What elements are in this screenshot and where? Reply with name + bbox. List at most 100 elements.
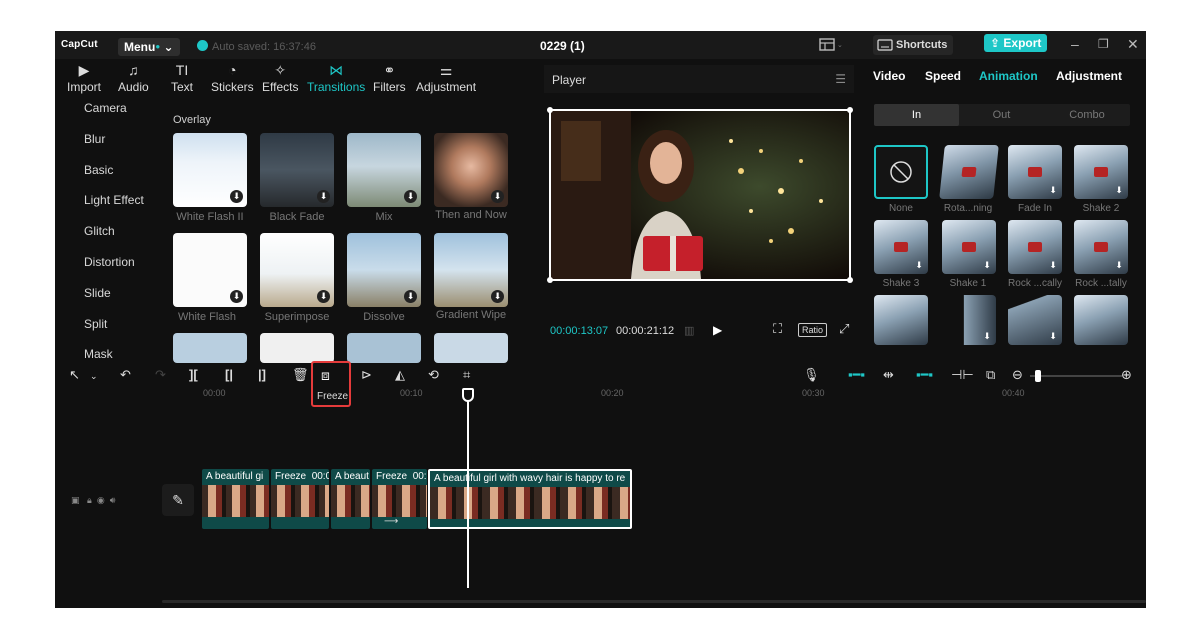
animation-tile[interactable]: ⬇: [942, 295, 996, 345]
category-slide[interactable]: Slide: [84, 286, 111, 300]
transition-tile[interactable]: [347, 333, 421, 363]
timeline-grid-icon[interactable]: ▥: [684, 324, 694, 337]
eye-icon[interactable]: ◉: [97, 495, 105, 505]
category-blur[interactable]: Blur: [84, 132, 105, 146]
download-icon[interactable]: ⬇: [230, 290, 243, 303]
transition-tile[interactable]: [173, 333, 247, 363]
tab-transitions[interactable]: ⋈ Transitions: [307, 61, 365, 94]
segment-combo[interactable]: Combo: [1044, 104, 1130, 126]
transition-mix[interactable]: ⬇: [347, 133, 421, 207]
mirror-icon[interactable]: ◭: [395, 367, 405, 383]
transition-tile[interactable]: [434, 333, 508, 363]
download-icon[interactable]: ⬇: [1048, 185, 1058, 195]
transition-tile[interactable]: [260, 333, 334, 363]
transition-white-flash[interactable]: ⬇: [173, 233, 247, 307]
download-icon[interactable]: ⬇: [982, 260, 992, 270]
segment-out[interactable]: Out: [959, 104, 1044, 126]
chevron-down-icon[interactable]: ⌄: [90, 371, 98, 382]
delete-left-icon[interactable]: [|: [225, 367, 233, 382]
category-distortion[interactable]: Distortion: [84, 255, 135, 269]
freeze-clip[interactable]: Freeze 00: ⟶: [372, 469, 427, 529]
animation-shake-2[interactable]: ⬇: [1074, 145, 1128, 199]
tab-effects[interactable]: ✧ Effects: [262, 61, 298, 94]
transition-gradient-wipe[interactable]: ⬇: [434, 233, 508, 307]
track-cover-icon[interactable]: ▣: [71, 495, 80, 505]
edit-cover-button[interactable]: ✎: [162, 484, 194, 516]
menu-button[interactable]: Menu● ⌄: [118, 38, 180, 56]
animation-tile[interactable]: [874, 295, 928, 345]
playhead-handle[interactable]: [462, 388, 474, 402]
animation-rock-vertically[interactable]: ⬇: [1008, 220, 1062, 274]
animation-fade-in[interactable]: ⬇: [1008, 145, 1062, 199]
resize-handle-icon[interactable]: [847, 277, 853, 283]
download-icon[interactable]: ⬇: [404, 190, 417, 203]
video-clip[interactable]: A beaut: [331, 469, 370, 529]
transition-then-and-now[interactable]: ⬇: [434, 133, 508, 207]
select-cursor-icon[interactable]: ↖: [69, 367, 80, 383]
download-icon[interactable]: ⬇: [491, 190, 504, 203]
category-split[interactable]: Split: [84, 317, 107, 331]
restore-icon[interactable]: ❐: [1098, 37, 1109, 51]
video-preview[interactable]: [549, 109, 851, 281]
download-icon[interactable]: ⬇: [914, 260, 924, 270]
lock-icon[interactable]: 🔒︎: [87, 495, 92, 505]
export-button[interactable]: ⇪ Export: [984, 34, 1048, 52]
download-icon[interactable]: ⬇: [1114, 260, 1124, 270]
category-basic[interactable]: Basic: [84, 163, 113, 177]
minimize-icon[interactable]: –: [1071, 36, 1079, 52]
segment-in[interactable]: In: [874, 104, 959, 126]
transition-white-flash-ii[interactable]: ⬇: [173, 133, 247, 207]
zoom-in-icon[interactable]: ⊕: [1121, 367, 1132, 383]
animation-rock-horizontally[interactable]: ⬇: [1074, 220, 1128, 274]
category-camera[interactable]: Camera: [84, 101, 127, 115]
tab-filters[interactable]: ⚭ Filters: [373, 61, 406, 94]
zoom-slider[interactable]: [1030, 375, 1122, 377]
delete-right-icon[interactable]: |]: [258, 367, 266, 382]
thumbnail-icon[interactable]: ⧉: [986, 367, 995, 383]
zoom-slider-thumb[interactable]: [1035, 370, 1041, 382]
shortcuts-button[interactable]: Shortcuts: [873, 35, 954, 55]
freeze-clip[interactable]: Freeze 00:0: [271, 469, 329, 529]
reverse-icon[interactable]: ⊳: [361, 367, 372, 383]
selected-video-clip[interactable]: A beautiful girl with wavy hair is happy…: [428, 469, 632, 529]
animation-rotate-spinning[interactable]: [939, 145, 999, 199]
expand-icon[interactable]: ⤢: [839, 321, 849, 337]
delete-icon[interactable]: 🗑︎: [292, 367, 309, 383]
download-icon[interactable]: ⬇: [1048, 331, 1058, 341]
download-icon[interactable]: ⬇: [1114, 185, 1124, 195]
tab-import[interactable]: ▶ Import: [67, 61, 101, 94]
tab-text[interactable]: TI Text: [171, 61, 193, 94]
download-icon[interactable]: ⬇: [404, 290, 417, 303]
main-track-magnet-icon[interactable]: ▪━▪: [848, 367, 865, 383]
transition-black-fade[interactable]: ⬇: [260, 133, 334, 207]
snap-icon[interactable]: ⇹: [883, 367, 894, 383]
tab-adjustment-inspector[interactable]: Adjustment: [1056, 69, 1122, 83]
close-icon[interactable]: ✕: [1127, 36, 1139, 53]
category-light-effect[interactable]: Light Effect: [84, 193, 144, 207]
timeline-scrollbar[interactable]: [162, 600, 1146, 603]
download-icon[interactable]: ⬇: [1048, 260, 1058, 270]
split-icon[interactable]: ][: [189, 367, 198, 382]
category-glitch[interactable]: Glitch: [84, 224, 115, 238]
download-icon[interactable]: ⬇: [491, 290, 504, 303]
menu-icon[interactable]: ☰: [835, 72, 846, 86]
crop-icon[interactable]: ⌗: [463, 367, 470, 383]
tab-animation[interactable]: Animation: [979, 69, 1038, 83]
preview-axis-icon[interactable]: ⊣⊢: [951, 367, 974, 383]
download-icon[interactable]: ⬇: [230, 190, 243, 203]
zoom-out-icon[interactable]: ⊖: [1012, 367, 1023, 383]
resize-handle-icon[interactable]: [847, 107, 853, 113]
rotate-icon[interactable]: ⟲: [428, 367, 439, 383]
download-icon[interactable]: ⬇: [317, 290, 330, 303]
transition-superimpose[interactable]: ⬇: [260, 233, 334, 307]
fullscreen-crop-icon[interactable]: ⛶: [773, 321, 782, 337]
layout-icon[interactable]: ⌄: [819, 38, 843, 52]
animation-shake-1[interactable]: ⬇: [942, 220, 996, 274]
animation-none[interactable]: [874, 145, 928, 199]
ratio-button[interactable]: Ratio: [798, 323, 828, 337]
playhead[interactable]: [467, 388, 469, 588]
microphone-icon[interactable]: 🎙︎: [803, 367, 820, 383]
resize-handle-icon[interactable]: [547, 277, 553, 283]
animation-tile[interactable]: [1074, 295, 1128, 345]
animation-tile[interactable]: ⬇: [1008, 295, 1062, 345]
